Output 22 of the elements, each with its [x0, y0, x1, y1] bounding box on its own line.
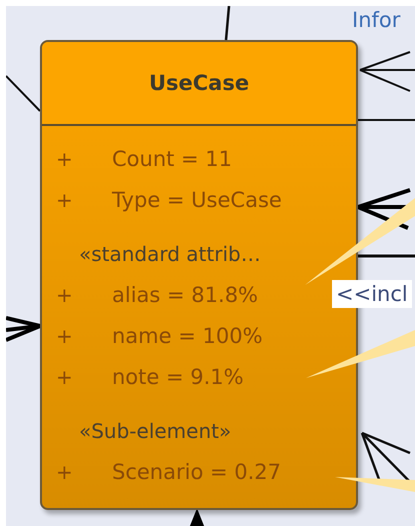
- visibility-mark: +: [55, 282, 74, 306]
- attribute-text: Count = 11: [112, 146, 232, 170]
- visibility-mark: +: [55, 364, 74, 388]
- attribute-text: alias = 81.8%: [112, 282, 258, 306]
- connector-line: [6, 75, 41, 112]
- attribute-text: note = 9.1%: [112, 364, 244, 388]
- connector-line: [224, 6, 230, 40]
- connector-line: [358, 254, 415, 258]
- visibility-mark: +: [55, 324, 74, 348]
- attribute-text: Type = UseCase: [112, 188, 282, 212]
- attribute-text: Scenario = 0.27: [112, 460, 281, 484]
- visibility-mark: +: [55, 188, 74, 212]
- stereotype-label: «Sub-element»: [78, 418, 232, 445]
- visibility-mark: +: [55, 146, 74, 170]
- element-label: Infor: [352, 8, 400, 32]
- connector-line: [358, 119, 415, 121]
- node-title: UseCase: [42, 42, 356, 126]
- stereotype-label: «standard attrib…: [78, 241, 262, 268]
- visibility-mark: +: [55, 460, 74, 484]
- filled-arrow: [190, 508, 204, 526]
- relationship-label: <<incl: [332, 280, 412, 308]
- attribute-text: name = 100%: [112, 324, 263, 348]
